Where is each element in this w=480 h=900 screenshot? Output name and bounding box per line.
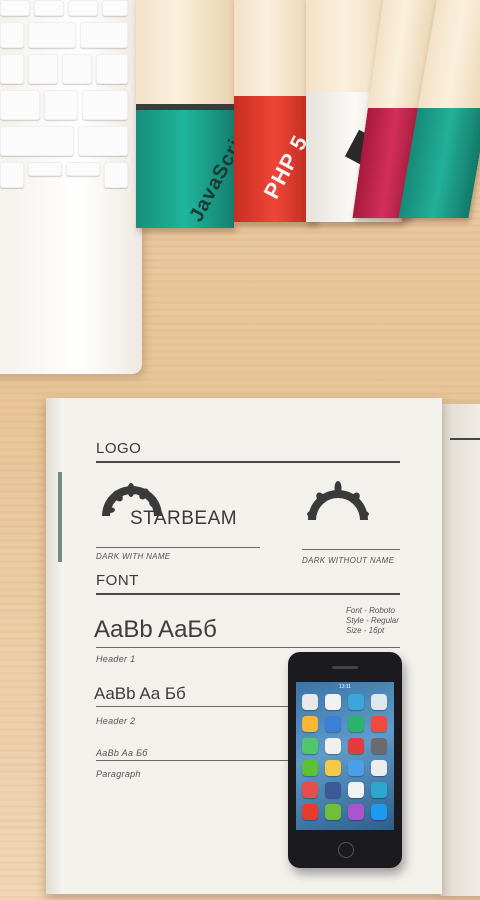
app-icon xyxy=(348,782,364,798)
paragraph-sample: AaBb Aa Бб xyxy=(96,748,148,758)
font-heading-rule xyxy=(96,593,400,595)
app-icon xyxy=(348,760,364,776)
header1-sample: AaBb AaБб xyxy=(94,616,217,643)
header2-label: Header 2 xyxy=(96,716,136,726)
keyboard-key xyxy=(96,54,128,84)
brand-name: STARBEAM xyxy=(130,508,238,529)
app-icon xyxy=(302,716,318,732)
app-icon xyxy=(325,716,341,732)
keyboard-key xyxy=(28,162,62,176)
app-icon xyxy=(371,694,387,710)
phone-status-time: 13:11 xyxy=(338,684,352,690)
app-icon xyxy=(302,782,318,798)
font-heading: FONT xyxy=(96,572,139,589)
paragraph-label: Paragraph xyxy=(96,769,141,779)
page-bookmark xyxy=(58,472,62,562)
phone-speaker xyxy=(332,666,358,669)
app-icon xyxy=(325,738,341,754)
font-meta-style: Style - Regular xyxy=(346,616,399,625)
keyboard-key xyxy=(0,54,24,84)
app-icon xyxy=(371,782,387,798)
app-icon xyxy=(348,716,364,732)
app-icon xyxy=(371,760,387,776)
keyboard-key xyxy=(44,90,78,120)
keyboard-key xyxy=(68,0,98,16)
app-icon xyxy=(302,738,318,754)
keyboard-key xyxy=(28,54,58,84)
app-icon xyxy=(302,694,318,710)
starbeam-sun-icon-standalone xyxy=(307,481,369,520)
app-icon xyxy=(348,694,364,710)
font-meta-font: Font - Roboto xyxy=(346,606,395,615)
keyboard-key xyxy=(82,90,128,120)
app-icon xyxy=(325,760,341,776)
book-javascript: JavaScript xyxy=(136,0,234,228)
app-icon xyxy=(325,782,341,798)
book-php: PHP 5 xyxy=(234,0,316,222)
keyboard-key xyxy=(78,126,128,156)
logo-caption-with-name: DARK WITH NAME xyxy=(96,552,171,561)
app-icon xyxy=(348,804,364,820)
keyboard-key xyxy=(66,162,100,176)
app-icon xyxy=(302,804,318,820)
app-icon xyxy=(325,694,341,710)
app-icon xyxy=(302,760,318,776)
notebook-right-page xyxy=(440,404,480,896)
keyboard-key xyxy=(62,54,92,84)
starbeam-logo-with-name: STARBEAM xyxy=(100,474,280,534)
smartphone: 13:11 xyxy=(288,652,402,868)
header2-sample: AaBb Aa Бб xyxy=(94,684,186,703)
app-icon xyxy=(348,738,364,754)
app-icon xyxy=(371,804,387,820)
keyboard-key xyxy=(104,162,128,188)
logo-caption-rule xyxy=(96,547,260,548)
laptop-keyboard xyxy=(0,0,128,194)
logo-heading: LOGO xyxy=(96,440,142,457)
logo-caption-rule-2 xyxy=(302,549,400,550)
keyboard-key xyxy=(0,162,24,188)
keyboard-key xyxy=(80,22,128,48)
font-meta-size: Size - 16pt xyxy=(346,626,385,635)
font-meta-block: Font - Roboto Style - Regular Size - 16p… xyxy=(346,606,399,636)
header1-rule xyxy=(96,647,400,648)
desk-scene: JavaScript PHP 5 LOGO STARBEAM DARK WITH… xyxy=(0,0,480,900)
keyboard-key xyxy=(28,22,76,48)
header1-label: Header 1 xyxy=(96,654,136,664)
logo-caption-without-name: DARK WITHOUT NAME xyxy=(302,556,395,565)
app-icon xyxy=(371,738,387,754)
app-icon xyxy=(371,716,387,732)
keyboard-key xyxy=(0,90,40,120)
keyboard-key xyxy=(0,22,24,48)
app-icon xyxy=(325,804,341,820)
keyboard-key xyxy=(102,0,128,16)
home-button xyxy=(338,842,354,858)
phone-home-screen: 13:11 xyxy=(296,682,394,830)
logo-heading-rule xyxy=(96,461,400,463)
keyboard-key xyxy=(0,126,74,156)
laptop xyxy=(0,0,142,374)
keyboard-key xyxy=(34,0,64,16)
keyboard-key xyxy=(0,0,30,16)
